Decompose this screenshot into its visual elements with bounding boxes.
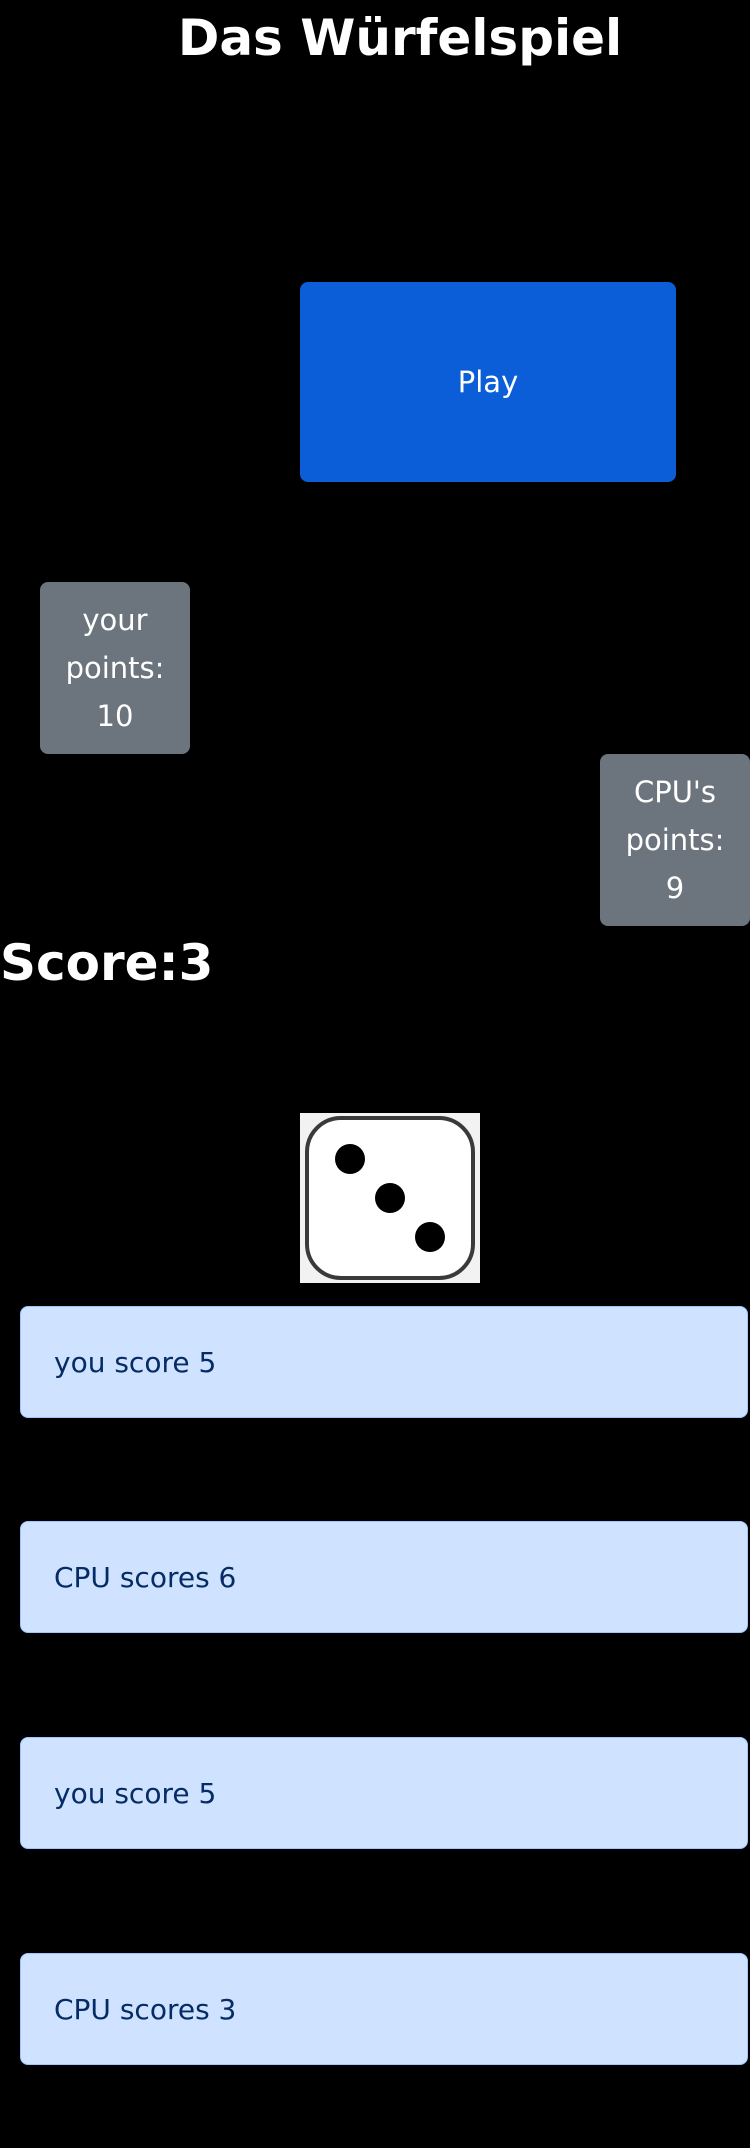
player-points-box: your points: 10 [40,582,190,754]
die-pip-top-left [335,1144,365,1174]
score-display: Score:3 [0,934,214,992]
page-title: Das Würfelspiel [177,9,623,67]
die-svg [305,1116,475,1280]
player-points-label-line1: your [82,603,148,637]
die-pip-bottom-right [415,1222,445,1252]
log-item: CPU scores 3 [20,1953,748,2065]
player-points-label-line2: points: [65,651,165,685]
player-points-value: 10 [96,699,134,733]
log-item: CPU scores 6 [20,1521,748,1633]
cpu-points-label-line1: CPU's [633,775,717,809]
log-item: you score 5 [20,1306,748,1418]
die-face-3-icon [300,1113,480,1283]
cpu-points-label-line2: points: [625,823,725,857]
die-pip-center [375,1183,405,1213]
cpu-points-value: 9 [665,871,685,905]
log-item: you score 5 [20,1737,748,1849]
cpu-points-box: CPU's points: 9 [600,754,750,926]
play-button[interactable]: Play [300,282,676,482]
